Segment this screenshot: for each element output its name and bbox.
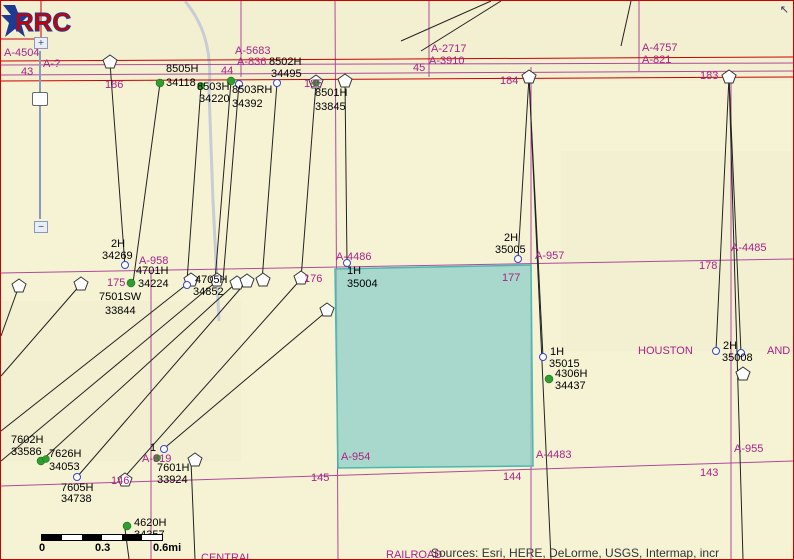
abstract-label: A-821 bbox=[642, 54, 671, 66]
abstract-label: 144 bbox=[503, 471, 521, 483]
well-label: 4701H bbox=[136, 265, 168, 277]
well-label: 34053 bbox=[49, 461, 80, 473]
map-canvas[interactable]: A-4504 A-? 43 8505H 34118 A-5683 A-836 44 8502H 3… bbox=[0, 0, 794, 560]
well-label: 34224 bbox=[138, 278, 169, 290]
well-label: 34437 bbox=[555, 380, 586, 392]
abstract-label: 145 bbox=[311, 472, 329, 484]
well-label: 33845 bbox=[315, 101, 346, 113]
well-label: 2H bbox=[723, 340, 737, 352]
well-label: 8502H bbox=[269, 56, 301, 68]
well-label: 34738 bbox=[61, 493, 92, 505]
abstract-label: 45 bbox=[413, 62, 425, 74]
abstract-label: 146 bbox=[111, 475, 129, 487]
well-label: 8503RH bbox=[232, 84, 272, 96]
map-attribution: Sources: Esri, HERE, DeLorme, USGS, Inte… bbox=[431, 546, 720, 560]
well-label: 35004 bbox=[347, 278, 378, 290]
abstract-label: A-954 bbox=[341, 451, 370, 463]
abstract-label: 183 bbox=[700, 70, 718, 82]
abstract-label: AND bbox=[767, 345, 790, 357]
well-label: 7602H bbox=[11, 434, 43, 446]
abstract-label: 184 bbox=[500, 75, 518, 87]
abstract-label: 178 bbox=[699, 260, 717, 272]
well-label: 7601H bbox=[157, 462, 189, 474]
well-label: 34220 bbox=[199, 93, 230, 105]
well-label: 4306H bbox=[555, 368, 587, 380]
zoom-control: + − bbox=[31, 37, 49, 233]
scale-label-0: 0 bbox=[39, 542, 46, 554]
zoom-out-button[interactable]: − bbox=[34, 221, 48, 233]
well-label: 8503H bbox=[197, 81, 229, 93]
well-label: 33586 bbox=[11, 446, 42, 458]
well-label: 1H bbox=[550, 346, 564, 358]
abstract-label: 143 bbox=[700, 467, 718, 479]
well-label: 8501H bbox=[315, 87, 347, 99]
well-label: 34269 bbox=[102, 250, 133, 262]
well-label: 2H bbox=[504, 232, 518, 244]
abstract-label: A-3910 bbox=[429, 55, 464, 67]
rrc-logo-icon: RRC bbox=[1, 5, 72, 38]
well-label: 1H bbox=[347, 265, 361, 277]
abstract-label: 176 bbox=[304, 273, 322, 285]
abstract-label: A-4483 bbox=[536, 449, 571, 461]
abstract-label: 177 bbox=[502, 272, 520, 284]
zoom-track[interactable] bbox=[39, 51, 41, 219]
well-label: 34392 bbox=[232, 98, 263, 110]
well-label: 33924 bbox=[157, 474, 188, 486]
abstract-label: 186 bbox=[105, 79, 123, 91]
abstract-label: A-4485 bbox=[731, 242, 766, 254]
abstract-label: HOUSTON bbox=[638, 345, 693, 357]
scale-label-mid: 0.3 bbox=[95, 542, 111, 554]
well-label: 35008 bbox=[722, 352, 753, 364]
abstract-label: A-836 bbox=[237, 56, 266, 68]
well-label: 8505H bbox=[166, 63, 198, 75]
well-label: 34495 bbox=[271, 68, 302, 80]
scale-bar-graphic bbox=[41, 534, 163, 541]
abstract-label: A-4757 bbox=[642, 42, 677, 54]
expand-map-icon[interactable]: ↖ bbox=[780, 3, 789, 16]
map-base-layer: A-4504A-?43 8505H34118A-5683A-836448502H3… bbox=[1, 1, 793, 559]
well-label: 2H bbox=[111, 238, 125, 250]
well-label: 4620H bbox=[134, 517, 166, 529]
logo-text: RRC bbox=[15, 7, 72, 37]
abstract-label: A-957 bbox=[535, 250, 564, 262]
well-label: 35005 bbox=[495, 244, 526, 256]
abstract-label: A-955 bbox=[734, 443, 763, 455]
abstract-label: 44 bbox=[221, 65, 233, 77]
scale-label-max: 0.6mi bbox=[153, 542, 182, 554]
zoom-slider-handle[interactable] bbox=[32, 92, 48, 106]
well-label: 34852 bbox=[193, 286, 224, 298]
well-label: 33844 bbox=[105, 305, 136, 317]
scale-bar: 0 0.3 0.6mi bbox=[39, 534, 181, 556]
well-label: 34118 bbox=[166, 77, 196, 89]
abstract-label: A-2717 bbox=[431, 43, 466, 55]
abstract-label: 175 bbox=[107, 277, 125, 289]
well-label: 7501SW bbox=[99, 291, 142, 303]
highlighted-tract[interactable] bbox=[334, 264, 534, 469]
well-label: 7626H bbox=[49, 448, 81, 460]
abstract-label: CENTRAL bbox=[201, 552, 252, 559]
well-label: 4705H bbox=[195, 274, 227, 286]
abstract-label: A-4486 bbox=[336, 251, 371, 263]
